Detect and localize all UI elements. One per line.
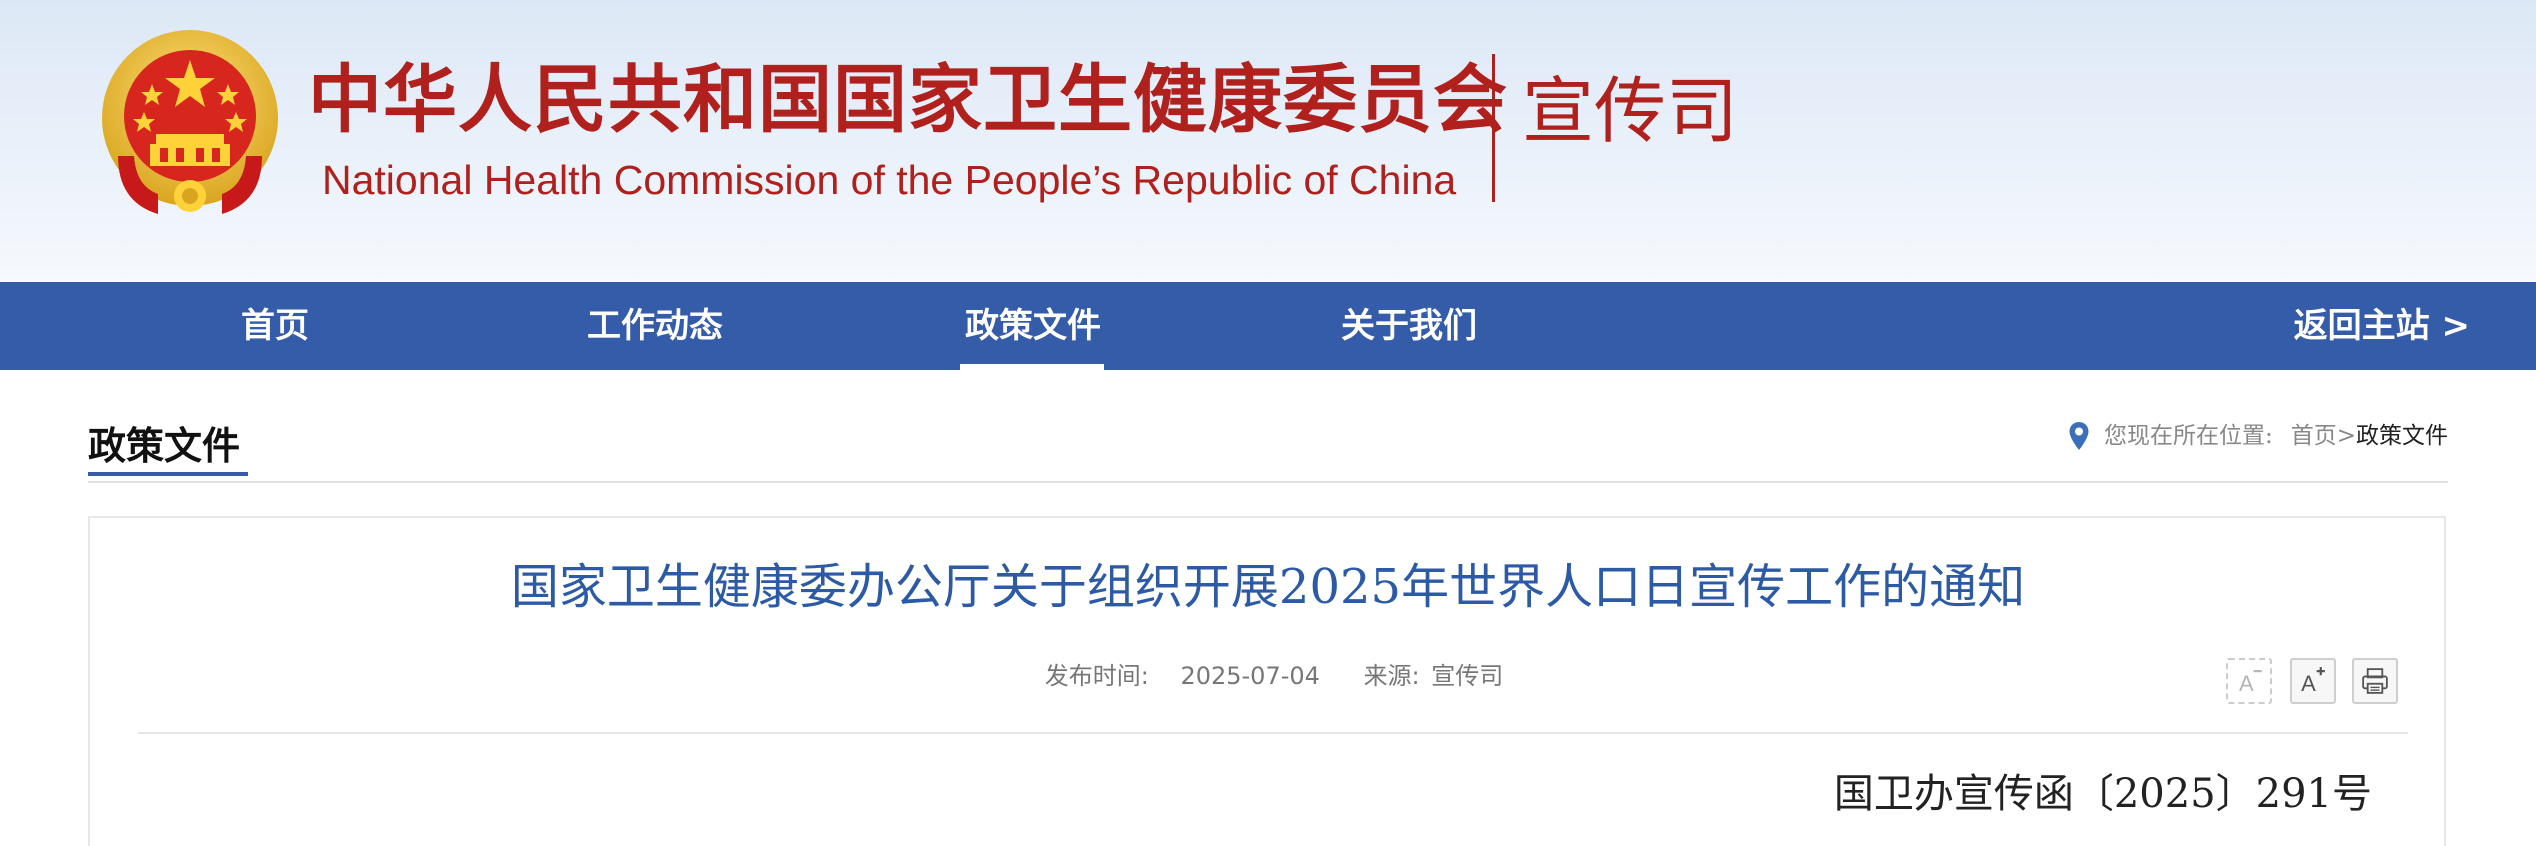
svg-text:A: A [2239,671,2254,696]
section-title-underline [88,472,248,476]
site-header: 中华人民共和国国家卫生健康委员会 National Health Commiss… [0,0,2536,282]
location-pin-icon [2069,422,2089,450]
org-name-en: National Health Commission of the People… [322,157,1457,203]
font-increase-button[interactable]: A [2290,658,2336,704]
print-button[interactable] [2352,658,2398,704]
national-emblem-icon [102,30,278,214]
department-name: 宣传司 [1522,69,1739,153]
breadcrumb-prefix: 您现在所在位置: [2103,423,2273,449]
breadcrumb-separator: > [2336,423,2356,449]
active-nav-indicator [960,364,1104,370]
font-decrease-button[interactable]: A [2226,658,2272,704]
breadcrumb-current: 政策文件 [2356,423,2448,449]
nav-item-about-us[interactable]: 关于我们 [1314,282,1504,370]
publish-label: 发布时间: [1044,662,1149,690]
nav-item-work-news[interactable]: 工作动态 [560,282,750,370]
document-number: 国卫办宣传函〔2025〕291号 [1833,771,2372,817]
article-divider [138,732,2408,734]
breadcrumb-home-link[interactable]: 首页 [2291,418,2337,454]
source-value: 宣传司 [1431,662,1504,690]
article-meta: 发布时间: 2025-07-04 来源: 宣传司 [0,656,2536,696]
org-name-cn: 中华人民共和国国家卫生健康委员会 [308,57,1508,143]
publish-date: 2025-07-04 [1180,662,1320,690]
nav-item-home[interactable]: 首页 [200,282,350,370]
main-nav: 首页 工作动态 政策文件 关于我们 返回主站 > [0,282,2536,370]
font-increase-icon: A [2301,667,2325,696]
nav-item-policy-docs[interactable]: 政策文件 [938,282,1128,370]
section-title: 政策文件 [88,423,241,468]
breadcrumb: 您现在所在位置: 首页 > 政策文件 [2068,418,2448,454]
header-divider [1492,54,1495,202]
svg-text:A: A [2301,671,2316,696]
font-decrease-icon: A [2239,670,2262,696]
article-title: 国家卫生健康委办公厅关于组织开展2025年世界人口日宣传工作的通知 [510,559,2026,615]
source-label: 来源: [1363,662,1420,690]
return-main-site-link[interactable]: 返回主站 > [2250,282,2470,370]
print-icon [2362,668,2388,694]
section-divider [88,481,2448,483]
